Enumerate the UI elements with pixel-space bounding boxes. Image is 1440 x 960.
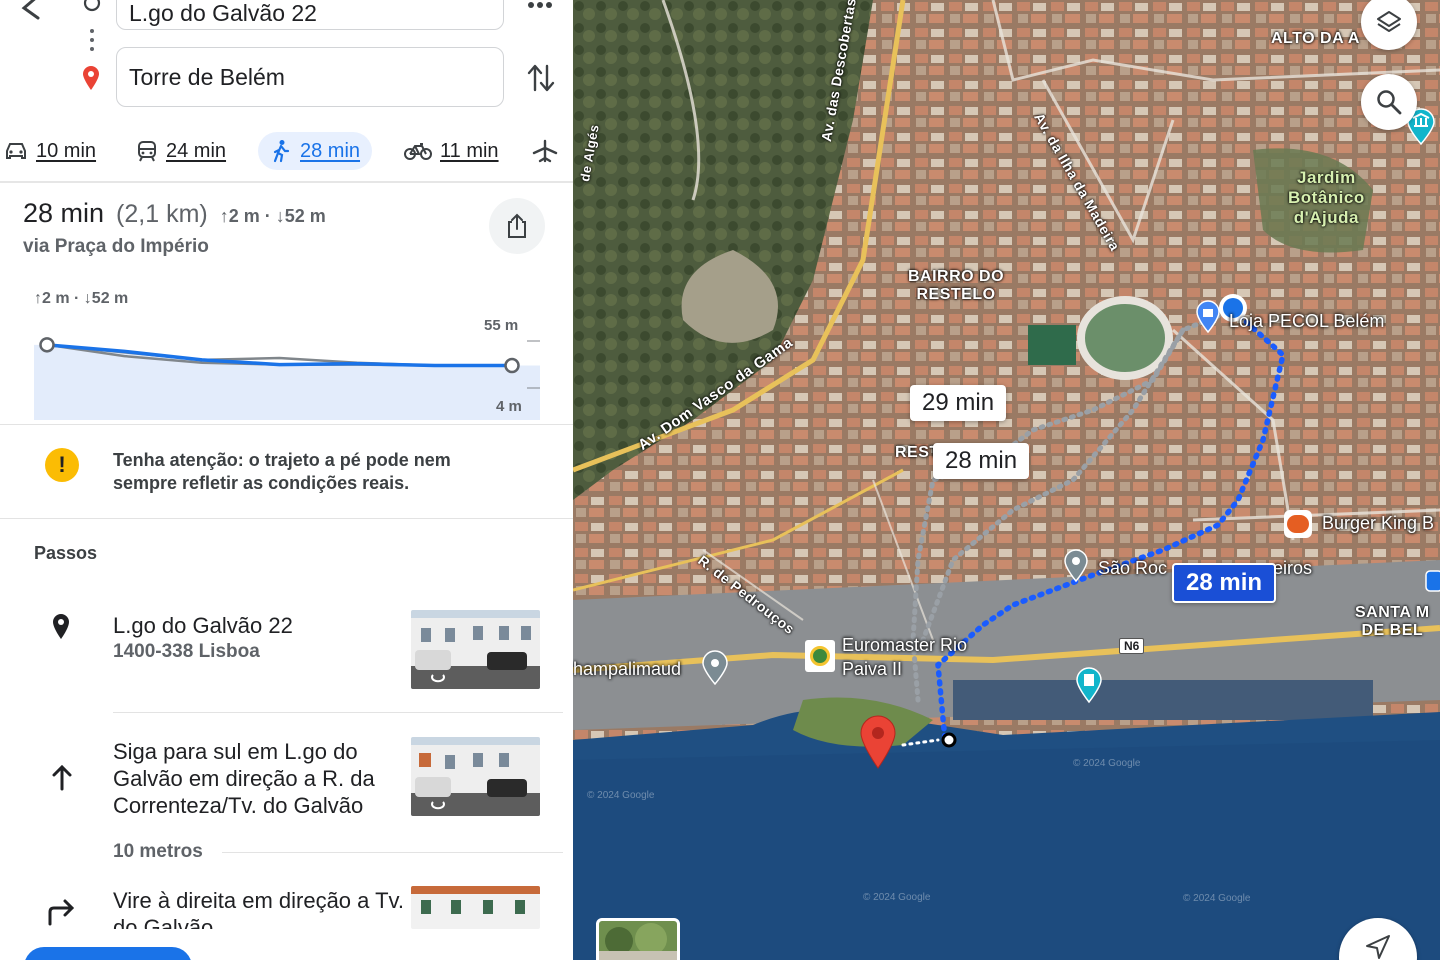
mode-bike[interactable]: 11 min	[404, 132, 499, 170]
elevation-area	[34, 344, 540, 420]
alt-route-2-duration: 28 min	[945, 447, 1018, 474]
poi-label-loja[interactable]: Loja PECOL Belém	[1229, 311, 1384, 332]
poi-label-eiros[interactable]: eiros	[1273, 558, 1312, 579]
area-label-alto: ALTO DA A	[1271, 30, 1360, 47]
navigation-arrow-icon	[1366, 935, 1390, 959]
elevation-bottom-label: 4 m	[496, 398, 522, 415]
area-label-santa: SANTA M DE BEL	[1355, 604, 1430, 639]
mode-flight[interactable]	[532, 132, 558, 170]
step-2-divider	[222, 852, 563, 853]
place-pin-icon	[53, 614, 69, 639]
step-1-title: L.go do Galvão 22	[113, 613, 293, 638]
step-3-title: Vire à direita em direção a Tv. do Galvã…	[113, 888, 405, 929]
place-grey-pin-icon[interactable]	[1063, 549, 1089, 583]
step-2-title: Siga para sul em L.go do Galvão em direç…	[113, 739, 375, 818]
destination-text: Torre de Belém	[129, 63, 285, 90]
alt-route-bubble-1[interactable]: 29 min	[910, 385, 1007, 421]
route-dots-icon	[90, 29, 94, 51]
mode-walk-label: 28 min	[300, 139, 361, 162]
walk-icon	[273, 140, 290, 163]
search-icon	[1377, 90, 1402, 115]
mode-drive[interactable]: 10 min	[4, 132, 96, 170]
mode-transit-label: 24 min	[166, 139, 227, 162]
destination-field[interactable]: Torre de Belém	[116, 47, 504, 107]
bike-icon	[404, 143, 432, 160]
step-1-divider	[113, 712, 563, 713]
euromaster-logo[interactable]	[805, 640, 835, 672]
mode-drive-label: 10 min	[36, 139, 97, 162]
step-1-subtitle: 1400-338 Lisboa	[113, 641, 260, 662]
main-route-duration: 28 min	[1186, 569, 1263, 596]
modes-divider	[0, 181, 573, 183]
alt-route-1-duration: 29 min	[922, 389, 995, 416]
search-button[interactable]	[1361, 74, 1417, 130]
map-watermark-2: © 2024 Google	[587, 790, 655, 801]
shopping-pin-icon[interactable]	[1195, 300, 1221, 334]
steps-heading: Passos	[34, 543, 98, 563]
more-vert-icon[interactable]	[527, 0, 553, 10]
step-3-title-clip: Vire à direita em direção a Tv. do Galvã…	[113, 887, 408, 929]
directions-panel: L.go do Galvão 22 Torre de Belém 10 min …	[0, 0, 573, 960]
back-arrow-icon[interactable]	[18, 0, 46, 20]
alt-route-bubble-2[interactable]: 28 min	[933, 443, 1030, 479]
share-icon	[508, 213, 526, 238]
park-label-jardim: Jardim Botânico d'Ajuda	[1288, 168, 1365, 227]
origin-circle-icon	[83, 0, 101, 12]
poi-label-burger[interactable]: Burger King B	[1322, 513, 1434, 534]
share-button[interactable]	[489, 198, 545, 254]
poi-label-euromaster[interactable]: Euromaster Rio Paiva II	[842, 633, 967, 681]
map-watermark-3: © 2024 Google	[863, 892, 931, 903]
elevation-chart-label: ↑2 m · ↓52 m	[34, 290, 129, 307]
route-summary: 28 min (2,1 km) ↑2 m · ↓52 m	[23, 198, 326, 229]
satellite-map[interactable]: ALTO DA A Jardim Botânico d'Ajuda BAIRRO…	[573, 0, 1440, 960]
elevation-start-marker	[39, 337, 55, 353]
street-view-preview[interactable]	[596, 918, 680, 960]
place-grey-pin-icon-2[interactable]	[701, 650, 729, 686]
route-via: via Praça do Império	[23, 236, 209, 257]
route-distance: (2,1 km)	[116, 200, 208, 228]
step-2-streetview-thumbnail[interactable]	[411, 737, 540, 816]
warning-divider	[0, 518, 573, 519]
step-3-streetview-thumbnail[interactable]	[411, 886, 540, 929]
road-shield-n6: N6	[1119, 638, 1145, 654]
mode-walk[interactable]: 28 min	[258, 132, 373, 170]
car-icon	[6, 143, 26, 159]
destination-red-pin-icon[interactable]	[859, 714, 897, 770]
route-elevation: ↑2 m · ↓52 m	[219, 206, 326, 226]
mode-transit[interactable]: 24 min	[136, 132, 226, 170]
transit-icon	[138, 141, 156, 162]
destination-pin-icon	[83, 66, 99, 90]
area-label-bairro: BAIRRO DO RESTELO	[908, 268, 1005, 303]
flight-icon	[532, 139, 558, 163]
burger-king-logo[interactable]	[1284, 510, 1312, 538]
elevation-end-marker	[504, 357, 520, 374]
origin-text: L.go do Galvão 22	[129, 0, 317, 26]
poi-label-champalimaud[interactable]: hampalimaud	[573, 659, 681, 680]
map-canvas[interactable]	[573, 0, 1440, 960]
main-route-bubble[interactable]: 28 min	[1172, 563, 1277, 603]
monument-pin-icon[interactable]	[1075, 666, 1103, 704]
step-2-distance: 10 metros	[113, 841, 203, 862]
origin-field[interactable]: L.go do Galvão 22	[116, 0, 504, 30]
map-watermark: © 2024 Google	[1073, 758, 1141, 769]
poi-label-sao-roque[interactable]: São Roc	[1098, 558, 1167, 579]
chart-divider	[0, 424, 573, 425]
swap-vertical-icon[interactable]	[527, 62, 555, 94]
map-watermark-4: © 2024 Google	[1183, 893, 1251, 904]
step-1-streetview-thumbnail[interactable]	[411, 610, 540, 689]
arrow-up-icon	[52, 764, 72, 791]
start-button[interactable]	[24, 947, 192, 960]
elevation-top-label: 55 m	[484, 317, 519, 334]
layers-icon	[1377, 11, 1401, 32]
turn-right-icon	[48, 899, 75, 926]
warning-text: Tenha atenção: o trajeto a pé pode nem s…	[113, 450, 451, 493]
transit-stop-icon[interactable]	[1425, 570, 1440, 594]
route-duration: 28 min	[23, 198, 105, 228]
warning-icon: !	[45, 448, 79, 482]
mode-bike-label: 11 min	[440, 139, 499, 162]
